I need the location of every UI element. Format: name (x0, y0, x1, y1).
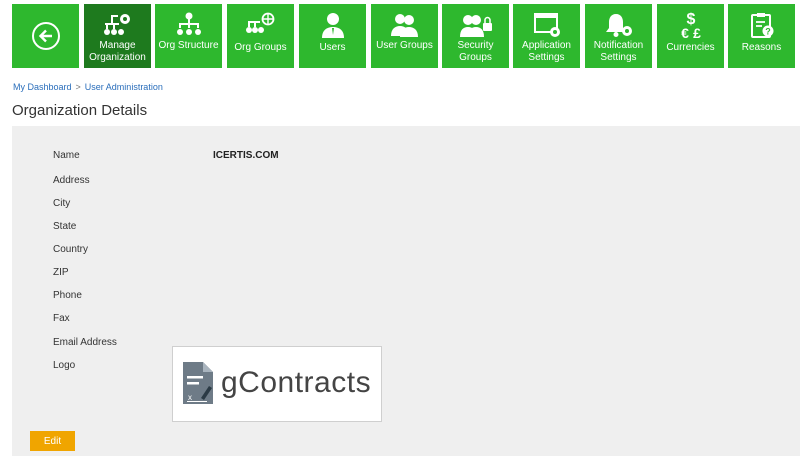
tile-label: Org Groups (234, 42, 287, 53)
logo-frame: x gContracts (172, 346, 382, 422)
tile-notification-settings[interactable]: Notification Settings (585, 4, 652, 68)
label-logo: Logo (53, 360, 76, 371)
edit-button[interactable]: Edit (30, 431, 75, 451)
organization-name-value: ICERTIS.COM (213, 150, 279, 161)
user-icon (318, 10, 348, 40)
org-groups-icon (245, 10, 277, 40)
notification-settings-icon (603, 10, 635, 40)
org-structure-icon (174, 10, 204, 40)
label-state: State (53, 221, 77, 232)
app-settings-icon (531, 10, 563, 40)
tile-users[interactable]: Users (299, 4, 366, 68)
tile-manage-organization[interactable]: Manage Organization (84, 4, 151, 68)
tile-org-structure[interactable]: Org Structure (155, 4, 222, 68)
svg-text:£: £ (693, 25, 701, 40)
svg-text:x: x (188, 393, 192, 402)
details-panel (12, 126, 800, 456)
tile-org-groups[interactable]: Org Groups (227, 4, 294, 68)
page-title: Organization Details (12, 102, 148, 119)
tile-label: Application Settings (522, 40, 571, 63)
label-fax: Fax (53, 313, 70, 324)
tile-label: User Groups (376, 40, 433, 51)
security-groups-icon (459, 10, 493, 40)
label-zip: ZIP (53, 267, 69, 278)
svg-text:€: € (681, 25, 689, 40)
breadcrumb-separator: > (75, 82, 81, 92)
admin-toolbar: Manage Organization Org Structure Org Gr… (0, 0, 800, 72)
tile-security-groups[interactable]: Security Groups (442, 4, 509, 68)
currency-icon: $ € £ (676, 10, 706, 40)
organization-logo: x gContracts (181, 355, 375, 411)
tile-application-settings[interactable]: Application Settings (513, 4, 580, 68)
tile-label: Org Structure (158, 40, 219, 51)
breadcrumb: My Dashboard > User Administration (13, 82, 163, 92)
label-email-address: Email Address (53, 337, 117, 348)
breadcrumb-current-link[interactable]: User Administration (85, 82, 163, 92)
label-country: Country (53, 244, 89, 255)
tile-label: Security Groups (457, 40, 494, 63)
tile-label: Manage Organization (89, 40, 146, 63)
tile-label: Users (319, 42, 346, 53)
tile-label: Currencies (666, 42, 715, 53)
logo-text: gContracts (221, 366, 372, 399)
label-city: City (53, 198, 71, 209)
tile-currencies[interactable]: $ € £ Currencies (657, 4, 724, 68)
label-address: Address (53, 175, 90, 186)
back-arrow-icon (31, 22, 60, 50)
tile-user-groups[interactable]: User Groups (371, 4, 438, 68)
tile-label: Notification Settings (593, 40, 644, 63)
tile-label: Reasons (741, 42, 782, 53)
label-name: Name (53, 150, 80, 161)
back-button[interactable] (12, 4, 79, 68)
reasons-icon: ? (747, 10, 777, 40)
label-phone: Phone (53, 290, 82, 301)
document-signature-icon: x (183, 362, 213, 404)
breadcrumb-home-link[interactable]: My Dashboard (13, 82, 72, 92)
svg-text:?: ? (765, 27, 771, 37)
org-settings-icon (102, 10, 134, 40)
tile-reasons[interactable]: ? Reasons (728, 4, 795, 68)
user-groups-icon (389, 10, 421, 40)
